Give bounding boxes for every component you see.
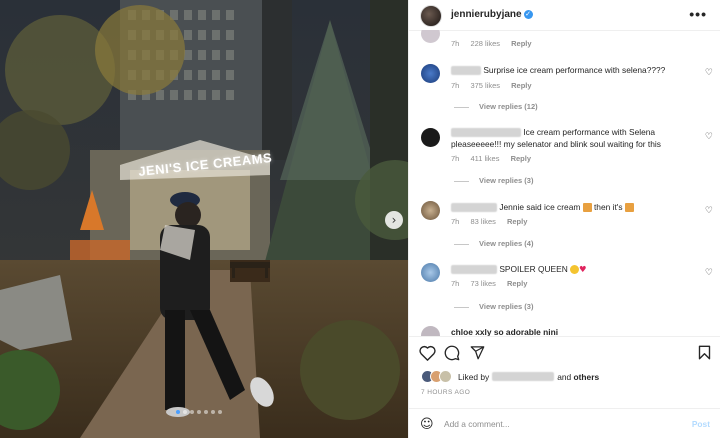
carousel-dot — [197, 410, 201, 414]
more-options-icon[interactable]: ••• — [689, 6, 707, 22]
comment-meta: 7h 375 likes Reply — [451, 81, 541, 90]
comment-text: Ice cream performance with Selena please… — [451, 127, 685, 150]
blurred-username — [451, 66, 481, 76]
comment-meta: 7h 73 likes Reply — [451, 279, 536, 288]
post-photo[interactable]: JENI'S ICE CREAMS › — [0, 0, 408, 438]
carousel-dot — [176, 410, 180, 414]
comment-bubble-icon[interactable] — [444, 345, 460, 361]
post-header: jennierubyjane ✓ ••• — [409, 0, 720, 31]
comment-text: SPOILER QUEEN ♥ — [451, 264, 685, 276]
red-heart-emoji-icon: ♥ — [579, 264, 587, 274]
comment-text: chloe xxly so adorable nini — [451, 327, 559, 336]
comment-meta: 7h 228 likes Reply — [451, 39, 541, 48]
comment-likes[interactable]: 411 likes — [470, 154, 499, 163]
comment-time: 7h — [451, 217, 460, 226]
chevron-right-icon: › — [391, 213, 397, 227]
carousel-dot — [211, 410, 215, 414]
author-username[interactable]: jennierubyjane ✓ — [451, 9, 533, 20]
pizza-emoji-icon — [582, 203, 592, 213]
like-comment-heart-icon[interactable]: ♡ — [705, 68, 713, 78]
post-side-panel: jennierubyjane ✓ ••• 7h 228 likes Reply S… — [408, 0, 720, 438]
reply-button[interactable]: Reply — [511, 154, 531, 163]
view-replies-button[interactable]: View replies (3) — [454, 176, 533, 185]
view-replies-button[interactable]: View replies (3) — [454, 302, 533, 311]
comment-likes[interactable]: 375 likes — [470, 81, 500, 90]
liked-by-row: Liked by and others — [421, 370, 599, 383]
view-replies-button[interactable]: View replies (12) — [454, 102, 538, 111]
like-comment-heart-icon[interactable]: ♡ — [705, 132, 713, 142]
reply-button[interactable]: Reply — [507, 217, 527, 226]
carousel-dot — [190, 410, 194, 414]
comment-body-continued: then it's — [591, 202, 625, 212]
carousel-dot — [218, 410, 222, 414]
blurred-username — [451, 265, 497, 275]
carousel-dots — [176, 410, 222, 414]
share-paper-plane-icon[interactable] — [470, 345, 485, 360]
comment-meta: 7h 411 likes Reply — [451, 154, 540, 163]
reply-button[interactable]: Reply — [507, 279, 527, 288]
commenter-avatar[interactable] — [421, 128, 440, 147]
commenter-avatar[interactable] — [421, 30, 440, 43]
post-timestamp[interactable]: 7 HOURS AGO — [421, 389, 470, 396]
comment-time: 7h — [451, 154, 460, 163]
comment-time: 7h — [451, 39, 460, 48]
blurred-username — [451, 203, 497, 213]
save-bookmark-icon[interactable] — [698, 345, 711, 360]
post-comment-button[interactable]: Post — [692, 419, 710, 429]
reply-button[interactable]: Reply — [511, 39, 531, 48]
comment-likes[interactable]: 228 likes — [470, 39, 500, 48]
emoji-smiley-icon[interactable]: ☺ — [420, 417, 434, 432]
view-replies-button[interactable]: View replies (4) — [454, 239, 533, 248]
like-comment-heart-icon[interactable]: ♡ — [705, 268, 713, 278]
comment-body: Surprise ice cream performance with sele… — [481, 65, 666, 75]
comments-list[interactable]: 7h 228 likes Reply Surprise ice cream pe… — [409, 30, 720, 336]
verified-badge-icon: ✓ — [523, 9, 533, 19]
reply-button[interactable]: Reply — [511, 81, 531, 90]
photo-scene — [0, 0, 408, 438]
author-username-text: jennierubyjane — [451, 9, 522, 20]
commenter-avatar[interactable] — [421, 263, 440, 282]
comment-body: Jennie said ice cream — [497, 202, 583, 212]
comment-text: Jennie said ice cream then it's — [451, 202, 685, 214]
commenter-avatar[interactable] — [421, 201, 440, 220]
comment-time: 7h — [451, 279, 460, 288]
comment-time: 7h — [451, 81, 460, 90]
like-comment-heart-icon[interactable]: ♡ — [705, 206, 713, 216]
comment-body: SPOILER QUEEN — [497, 264, 571, 274]
commenter-avatar[interactable] — [421, 326, 440, 336]
like-heart-icon[interactable] — [419, 345, 436, 361]
comment-likes[interactable]: 73 likes — [470, 279, 495, 288]
others-link[interactable]: others — [574, 372, 600, 382]
author-avatar[interactable] — [420, 5, 442, 27]
comment-likes[interactable]: 83 likes — [470, 217, 495, 226]
blurred-username[interactable] — [492, 372, 555, 381]
liked-by-label: Liked by — [458, 371, 490, 382]
liker-avatar — [439, 370, 452, 383]
comment-text: Surprise ice cream performance with sele… — [451, 65, 685, 77]
and-label: and — [557, 371, 572, 382]
pizza-emoji-icon — [624, 203, 634, 213]
commenter-avatar[interactable] — [421, 64, 440, 83]
carousel-next-button[interactable]: › — [385, 211, 403, 229]
blurred-username — [451, 128, 521, 138]
add-comment-bar: ☺ Add a comment... Post — [409, 408, 720, 439]
comment-input[interactable]: Add a comment... — [444, 419, 510, 429]
comment-meta: 7h 83 likes Reply — [451, 217, 536, 226]
laughing-emoji-icon — [570, 265, 580, 275]
carousel-dot — [183, 410, 187, 414]
carousel-dot — [204, 410, 208, 414]
